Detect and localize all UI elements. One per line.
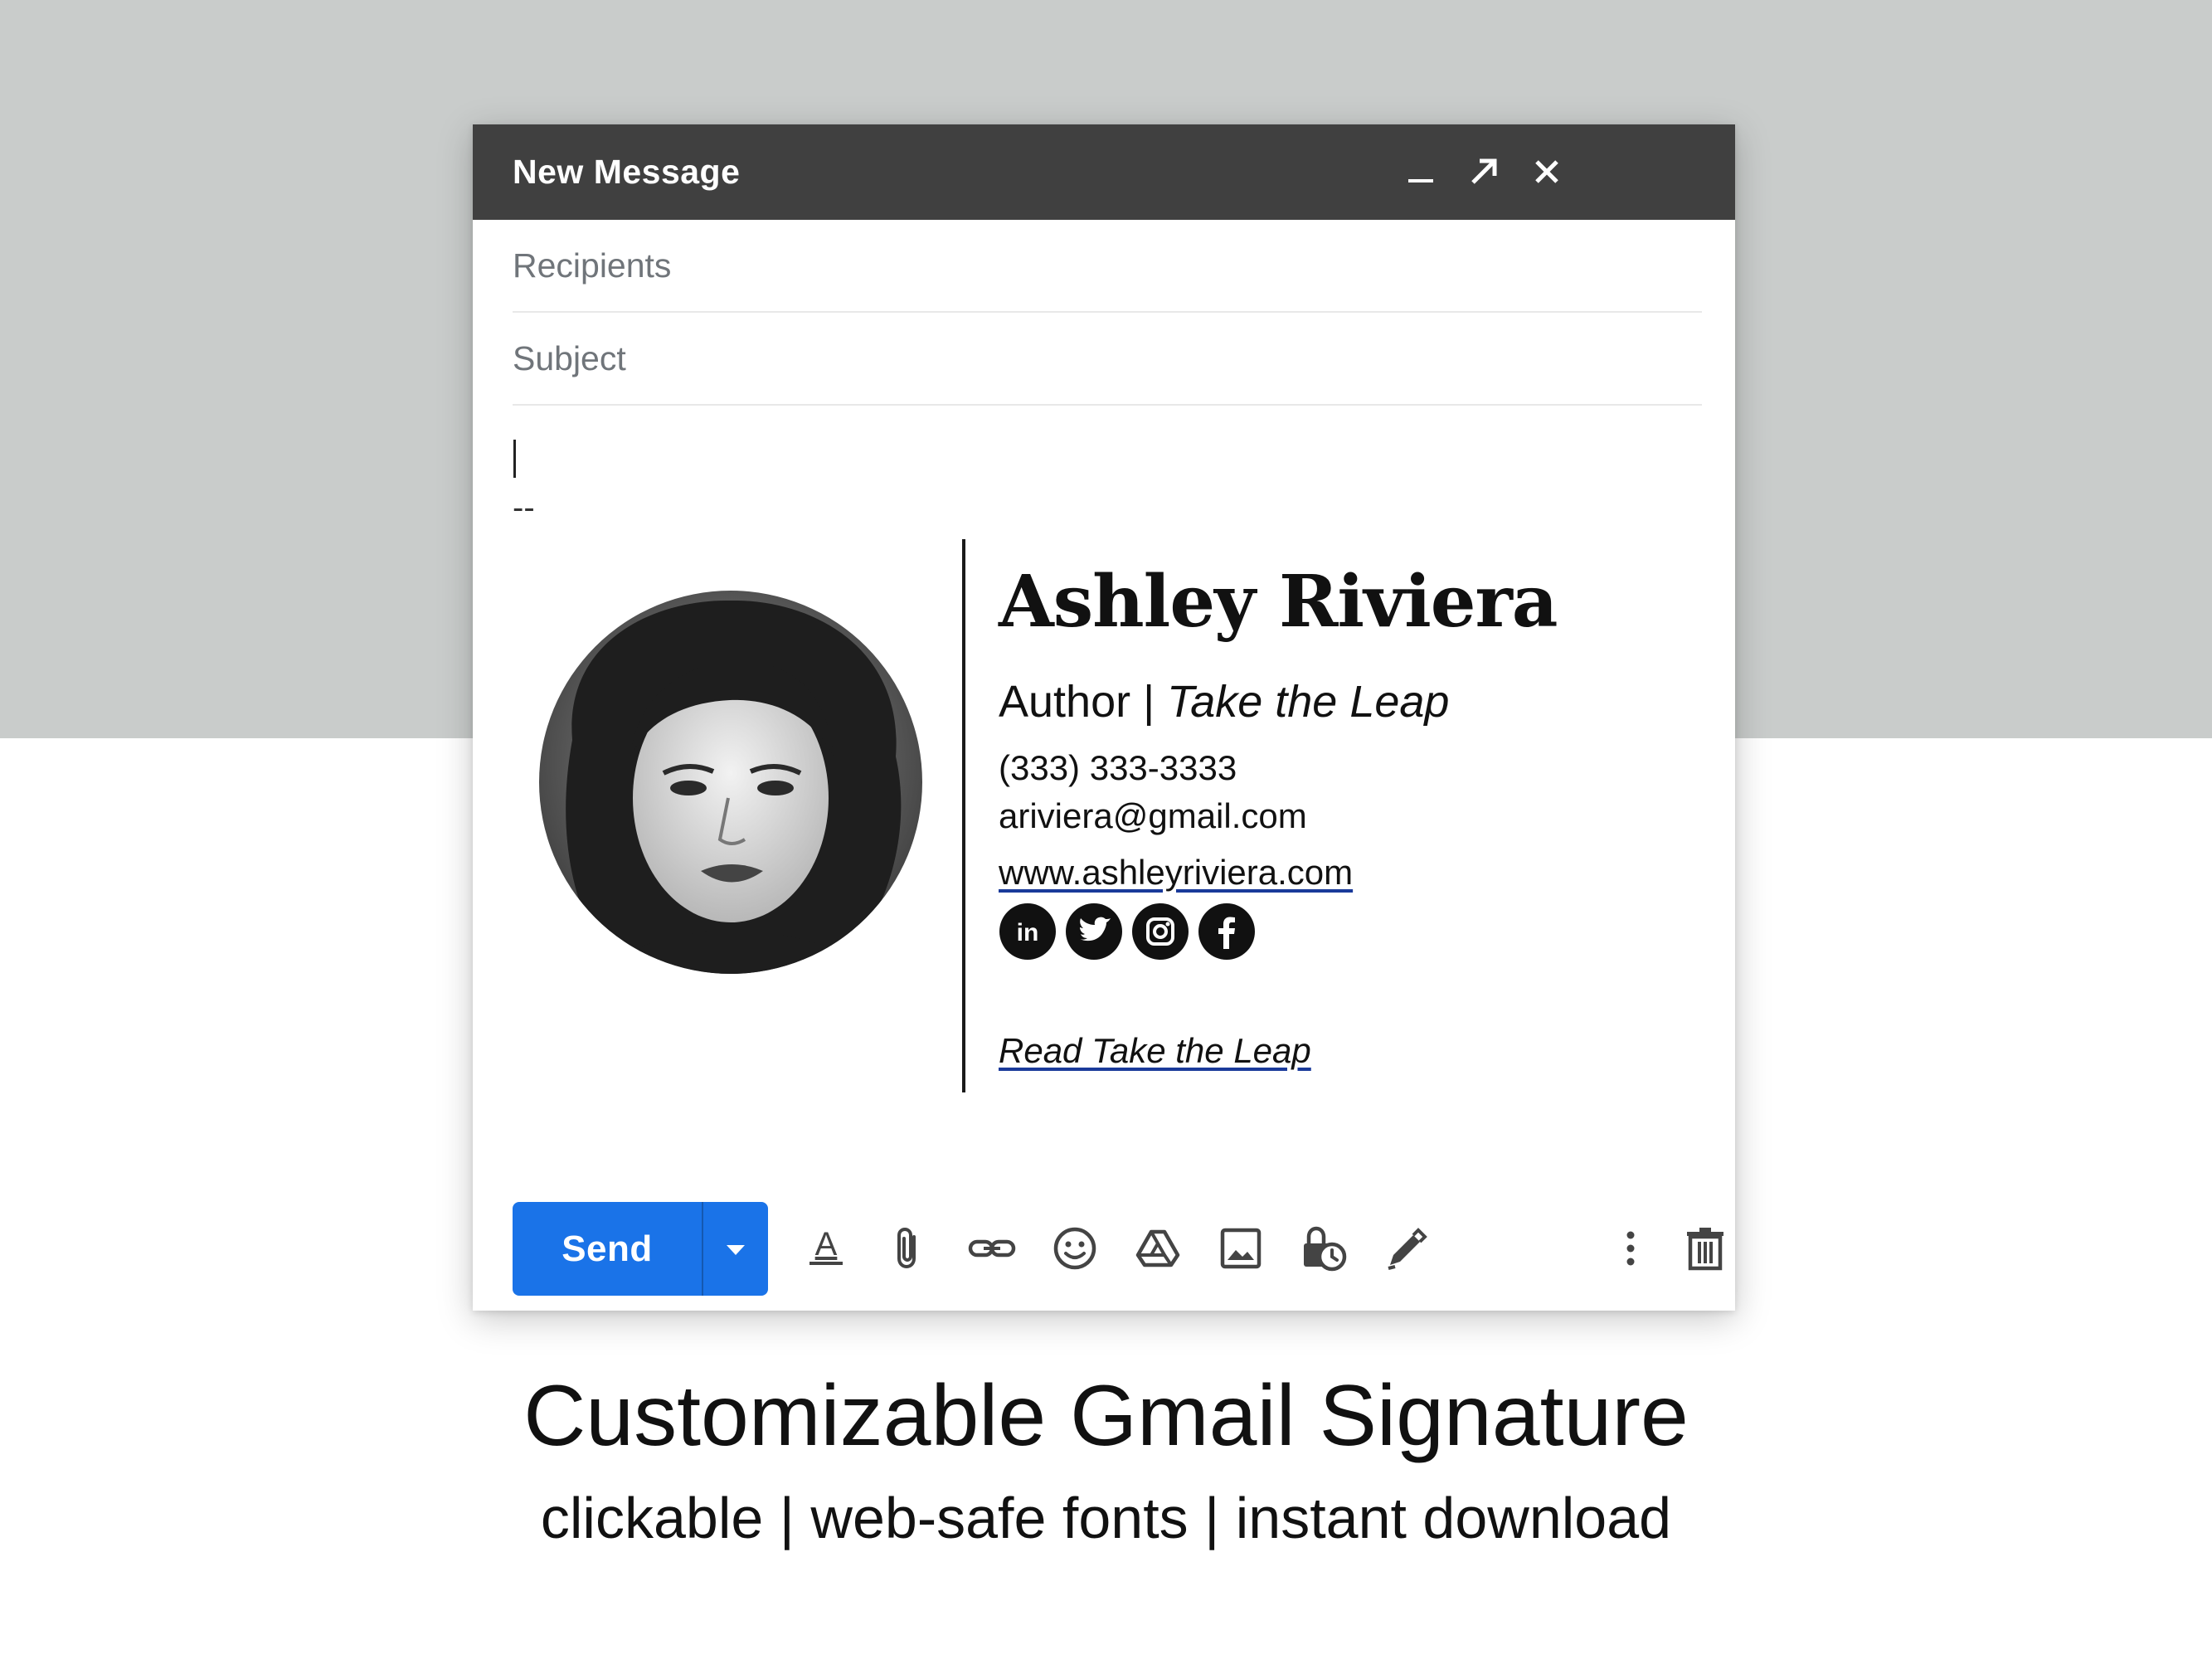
- signature-phone: (333) 333-3333: [999, 748, 1237, 787]
- link-icon[interactable]: [962, 1219, 1022, 1278]
- attach-icon[interactable]: [879, 1219, 939, 1278]
- photo-icon[interactable]: [1211, 1219, 1271, 1278]
- signature-email[interactable]: ariviera@gmail.com: [999, 796, 1307, 836]
- facebook-icon[interactable]: [1198, 902, 1256, 961]
- caption-title: Customizable Gmail Signature: [523, 1368, 1689, 1464]
- drive-icon[interactable]: [1128, 1219, 1188, 1278]
- signature-name: Ashley Riviera: [999, 560, 1558, 644]
- subject-input[interactable]: [513, 313, 1702, 404]
- compose-window: New Message --: [473, 124, 1735, 1311]
- send-button[interactable]: Send: [513, 1202, 702, 1296]
- fullscreen-icon[interactable]: [1458, 146, 1510, 197]
- send-options-icon[interactable]: [703, 1202, 768, 1296]
- twitter-icon[interactable]: [1065, 902, 1123, 961]
- recipients-input[interactable]: [513, 220, 1702, 311]
- minimize-icon[interactable]: [1395, 146, 1446, 197]
- linkedin-icon[interactable]: in: [999, 902, 1057, 961]
- svg-text:A: A: [815, 1226, 838, 1262]
- svg-text:in: in: [1017, 919, 1039, 946]
- instagram-icon[interactable]: [1131, 902, 1189, 961]
- signature-role: Author: [999, 677, 1131, 727]
- subject-field: [513, 313, 1702, 406]
- signature-website-link[interactable]: www.ashleyriviera.com: [999, 853, 1353, 893]
- confidential-icon[interactable]: [1294, 1219, 1354, 1278]
- signature-divider: [962, 539, 965, 1092]
- trash-icon[interactable]: [1675, 1219, 1735, 1278]
- recipients-field: [513, 220, 1702, 313]
- send-button-group: Send: [513, 1202, 768, 1296]
- text-cursor: [513, 440, 516, 478]
- caption-subtitle: clickable | web-safe fonts | instant dow…: [540, 1486, 1672, 1550]
- format-text-icon[interactable]: A: [796, 1219, 856, 1278]
- close-icon[interactable]: [1521, 146, 1573, 197]
- signature-role-line: Author | Take the Leap: [999, 676, 1449, 727]
- more-options-icon[interactable]: [1601, 1219, 1660, 1278]
- avatar: [539, 591, 922, 974]
- compose-header: New Message: [473, 124, 1735, 220]
- compose-title: New Message: [513, 153, 741, 191]
- signature-delimiter: --: [513, 489, 535, 526]
- signature-icon[interactable]: [1377, 1219, 1437, 1278]
- read-book-link[interactable]: Read Take the Leap: [999, 1031, 1311, 1071]
- emoji-icon[interactable]: [1045, 1219, 1105, 1278]
- signature-book-title: Take the Leap: [1167, 677, 1450, 727]
- role-separator: |: [1143, 677, 1155, 727]
